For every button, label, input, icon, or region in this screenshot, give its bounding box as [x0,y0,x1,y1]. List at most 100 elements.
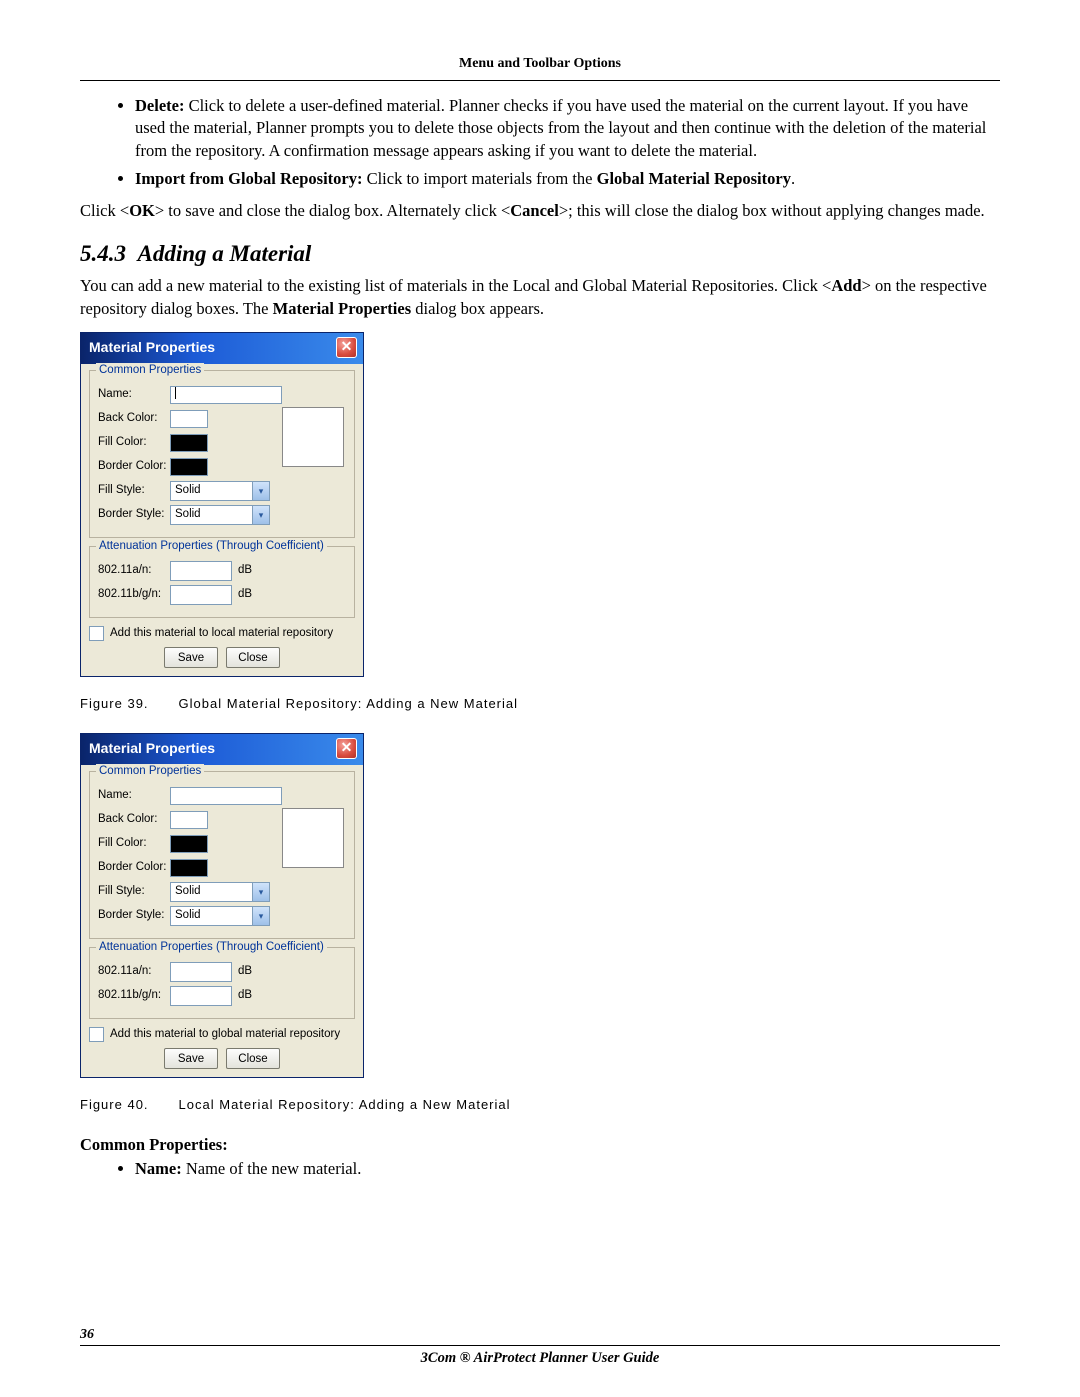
chevron-down-icon: ▾ [252,482,269,500]
page-number: 36 [80,1327,1000,1343]
db-unit: dB [238,964,252,980]
dialog-button-row: Save Close [89,647,355,668]
bullet-delete-label: Delete: [135,96,184,115]
bullet-import: Import from Global Repository: Click to … [135,168,1000,190]
attenuation-legend: Attenuation Properties (Through Coeffici… [96,940,327,956]
attenuation-group: Attenuation Properties (Through Coeffici… [89,947,355,1019]
border-style-label: Border Style: [98,507,170,523]
add-local-checkbox-label: Add this material to local material repo… [110,626,333,642]
common-properties-legend: Common Properties [96,363,204,379]
name-label: Name: [98,788,170,804]
add-local-checkbox[interactable] [89,626,104,641]
attenuation-group: Attenuation Properties (Through Coeffici… [89,546,355,618]
bullet-name: Name: Name of the new material. [135,1158,1000,1180]
section-intro-para: You can add a new material to the existi… [80,275,1000,320]
dialog-body: Common Properties Name: Back Color: Fill… [81,765,363,1078]
ok-cancel-para: Click <OK> to save and close the dialog … [80,200,1000,222]
figure-39-text: Global Material Repository: Adding a New… [179,696,518,711]
close-icon[interactable]: ✕ [336,337,357,358]
save-button[interactable]: Save [164,647,218,668]
a-input[interactable] [170,962,232,982]
material-properties-dialog-global: Material Properties ✕ Common Properties … [80,332,364,678]
back-color-label: Back Color: [98,411,170,427]
dialog-title: Material Properties [89,739,215,758]
name-label: Name: [98,387,170,403]
close-button[interactable]: Close [226,1048,280,1069]
fill-color-label: Fill Color: [98,836,170,852]
add-global-checkbox-label: Add this material to global material rep… [110,1027,340,1043]
figure-39-caption: Figure 39. Global Material Repository: Ad… [80,695,1000,713]
fill-style-label: Fill Style: [98,884,170,900]
border-style-select[interactable]: Solid▾ [170,505,270,525]
bullet-import-label: Import from Global Repository: [135,169,362,188]
running-header: Menu and Toolbar Options [80,56,1000,72]
add-global-checkbox[interactable] [89,1027,104,1042]
figure-40-text: Local Material Repository: Adding a New … [179,1097,511,1112]
back-color-swatch[interactable] [170,410,208,428]
a-label: 802.11a/n: [98,563,170,579]
fill-style-select[interactable]: Solid▾ [170,882,270,902]
fill-style-label: Fill Style: [98,483,170,499]
add-global-checkbox-row: Add this material to global material rep… [89,1027,355,1043]
bullet-delete-text: Click to delete a user-defined material.… [135,96,986,160]
section-heading: 5.4.3 Adding a Material [80,238,1000,269]
b-label: 802.11b/g/n: [98,587,170,603]
section-number: 5.4.3 [80,241,126,266]
back-color-label: Back Color: [98,812,170,828]
border-color-label: Border Color: [98,459,170,475]
common-properties-legend: Common Properties [96,764,204,780]
b-input[interactable] [170,986,232,1006]
figure-40-caption: Figure 40.Local Material Repository: Add… [80,1096,1000,1114]
back-color-swatch[interactable] [170,811,208,829]
figure-39-label: Figure 39. [80,696,149,711]
a-input[interactable] [170,561,232,581]
bullet-import-tail: . [791,169,795,188]
add-local-checkbox-row: Add this material to local material repo… [89,626,355,642]
name-input[interactable] [170,386,282,404]
save-button[interactable]: Save [164,1048,218,1069]
border-style-label: Border Style: [98,908,170,924]
fill-color-swatch[interactable] [170,835,208,853]
preview-swatch [282,808,344,868]
db-unit: dB [238,563,252,579]
bottom-rule [80,1345,1000,1346]
section-title: Adding a Material [138,241,312,266]
chevron-down-icon: ▾ [252,907,269,925]
bullet-import-text: Click to import materials from the [362,169,596,188]
dialog-titlebar: Material Properties ✕ [81,734,363,765]
close-button[interactable]: Close [226,647,280,668]
fill-color-swatch[interactable] [170,434,208,452]
footer-title: 3Com ® AirProtect Planner User Guide [80,1350,1000,1367]
body-text: Delete: Click to delete a user-defined m… [80,95,1000,1181]
dialog-titlebar: Material Properties ✕ [81,333,363,364]
bullet-name-label: Name: [135,1159,182,1178]
common-properties-list: Name: Name of the new material. [80,1158,1000,1180]
preview-swatch [282,407,344,467]
bullet-list-top: Delete: Click to delete a user-defined m… [80,95,1000,190]
fill-color-label: Fill Color: [98,435,170,451]
border-color-swatch[interactable] [170,458,208,476]
border-style-select[interactable]: Solid▾ [170,906,270,926]
bullet-delete: Delete: Click to delete a user-defined m… [135,95,1000,162]
common-properties-heading: Common Properties: [80,1134,1000,1156]
material-properties-dialog-local: Material Properties ✕ Common Properties … [80,733,364,1079]
dialog-button-row: Save Close [89,1048,355,1069]
top-rule [80,80,1000,81]
border-color-label: Border Color: [98,860,170,876]
page-footer: 36 3Com ® AirProtect Planner User Guide [80,1327,1000,1367]
bullet-name-text: Name of the new material. [182,1159,362,1178]
fill-style-select[interactable]: Solid▾ [170,481,270,501]
chevron-down-icon: ▾ [252,506,269,524]
close-icon[interactable]: ✕ [336,738,357,759]
dialog-title: Material Properties [89,338,215,357]
db-unit: dB [238,988,252,1004]
name-input[interactable] [170,787,282,805]
bullet-import-bold-tail: Global Material Repository [597,169,791,188]
b-label: 802.11b/g/n: [98,988,170,1004]
border-color-swatch[interactable] [170,859,208,877]
chevron-down-icon: ▾ [252,883,269,901]
db-unit: dB [238,587,252,603]
b-input[interactable] [170,585,232,605]
attenuation-legend: Attenuation Properties (Through Coeffici… [96,539,327,555]
page: Menu and Toolbar Options Delete: Click t… [0,0,1080,1397]
